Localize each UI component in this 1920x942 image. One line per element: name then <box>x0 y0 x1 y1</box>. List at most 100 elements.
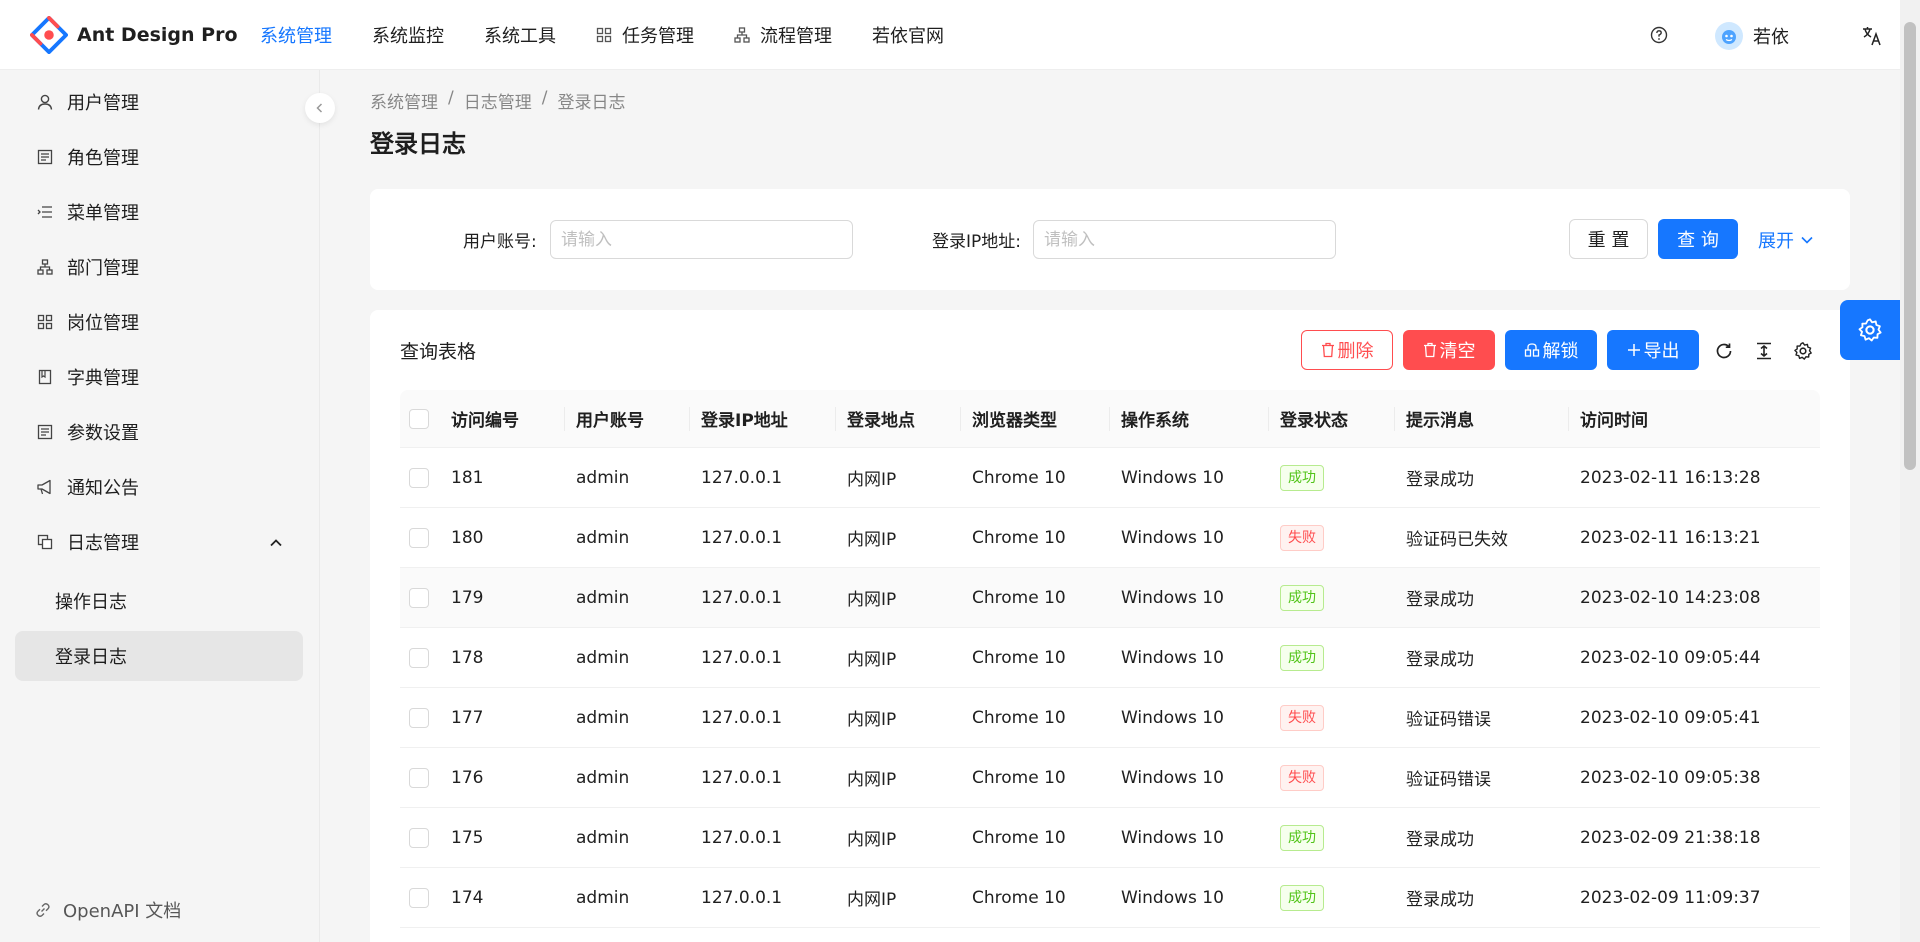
cell-status: 成功 <box>1280 884 1324 911</box>
density-button[interactable] <box>1752 339 1776 363</box>
reload-button[interactable] <box>1712 339 1736 363</box>
sidebar-item-menus[interactable]: 菜单管理 <box>15 187 303 237</box>
language-switch[interactable] <box>1861 25 1883 47</box>
help-button[interactable] <box>1650 26 1668 44</box>
table-row[interactable]: 181 admin 127.0.0.1 内网IP Chrome 10 Windows 10… <box>400 448 1820 508</box>
topnav-label: 任务管理 <box>622 25 694 47</box>
cell-message: 登录成功 <box>1406 830 1474 850</box>
clear-label: 清空 <box>1439 341 1476 362</box>
cell-id: 176 <box>451 767 484 788</box>
table-row[interactable]: 177 admin 127.0.0.1 内网IP Chrome 10 Windows 10… <box>400 688 1820 748</box>
column-header[interactable]: 访问时间 <box>1580 406 1648 431</box>
page-scrollbar[interactable] <box>1900 0 1920 942</box>
column-divider <box>960 407 961 431</box>
expand-toggle[interactable]: 展开 <box>1758 227 1814 253</box>
link-icon <box>35 902 51 918</box>
user-account-input[interactable] <box>550 220 853 259</box>
clear-button[interactable]: 清空 <box>1403 330 1495 370</box>
sidebar-item-label: 部门管理 <box>67 258 139 279</box>
sidebar-item-label: 菜单管理 <box>67 203 139 224</box>
sidebar-item-users[interactable]: 用户管理 <box>15 77 303 127</box>
settings-drawer-button[interactable] <box>1840 300 1900 360</box>
setting-icon <box>1794 342 1812 360</box>
sidebar-item-posts[interactable]: 岗位管理 <box>15 297 303 347</box>
export-label: 导出 <box>1643 341 1680 362</box>
user-menu[interactable]: 若依 <box>1715 22 1795 50</box>
page-title: 登录日志 <box>370 130 466 158</box>
unlock-button[interactable]: 解锁 <box>1505 330 1597 370</box>
table-row[interactable]: 176 admin 127.0.0.1 内网IP Chrome 10 Windows 10… <box>400 748 1820 808</box>
column-settings-button[interactable] <box>1791 339 1815 363</box>
column-header[interactable]: 登录地点 <box>847 406 915 431</box>
row-checkbox[interactable] <box>409 467 429 488</box>
row-checkbox[interactable] <box>409 527 429 548</box>
table-row[interactable]: 174 admin 127.0.0.1 内网IP Chrome 10 Windows 10… <box>400 868 1820 928</box>
row-checkbox[interactable] <box>409 707 429 728</box>
topnav-website[interactable]: 若依官网 <box>852 0 964 70</box>
topnav-tools[interactable]: 系统工具 <box>464 0 576 70</box>
export-button[interactable]: 导出 <box>1607 330 1699 370</box>
app-name: Ant Design Pro <box>77 23 238 46</box>
cell-id: 181 <box>451 467 484 488</box>
column-header[interactable]: 登录IP地址 <box>701 406 788 431</box>
sidebar-item-dicts[interactable]: 字典管理 <box>15 352 303 402</box>
column-header[interactable]: 提示消息 <box>1406 406 1474 431</box>
cell-message: 验证码已失效 <box>1406 530 1508 550</box>
cell-message: 登录成功 <box>1406 890 1474 910</box>
delete-button[interactable]: 删除 <box>1301 330 1393 370</box>
topnav-tasks[interactable]: 任务管理 <box>576 0 714 70</box>
sidebar-item-notice[interactable]: 通知公告 <box>15 462 303 512</box>
cell-location: 内网IP <box>847 530 897 550</box>
row-checkbox[interactable] <box>409 587 429 608</box>
breadcrumb-item[interactable]: 日志管理 <box>464 88 532 113</box>
query-button[interactable]: 查 询 <box>1658 219 1738 259</box>
status-badge: 成功 <box>1280 824 1324 851</box>
row-checkbox[interactable] <box>409 887 429 908</box>
cell-id: 174 <box>451 887 484 908</box>
row-checkbox[interactable] <box>409 767 429 788</box>
status-badge: 成功 <box>1280 644 1324 671</box>
column-header[interactable]: 浏览器类型 <box>972 406 1057 431</box>
topnav-monitor[interactable]: 系统监控 <box>352 0 464 70</box>
sidebar-item-roles[interactable]: 角色管理 <box>15 132 303 182</box>
cell-status: 失败 <box>1280 764 1324 791</box>
select-all-checkbox[interactable] <box>409 408 429 429</box>
sidebar-item-logs[interactable]: 日志管理 <box>15 517 303 567</box>
app-logo[interactable]: Ant Design Pro <box>30 15 240 54</box>
delete-icon <box>1423 342 1437 358</box>
openapi-docs-link[interactable]: OpenAPI 文档 <box>35 897 181 923</box>
row-checkbox[interactable] <box>409 647 429 668</box>
delete-icon <box>1321 342 1335 358</box>
column-header[interactable]: 登录状态 <box>1280 406 1348 431</box>
reset-button[interactable]: 重 置 <box>1569 219 1648 259</box>
appstore-icon <box>596 27 612 43</box>
column-header[interactable]: 访问编号 <box>451 406 519 431</box>
cell-location: 内网IP <box>847 710 897 730</box>
table-row[interactable]: 179 admin 127.0.0.1 内网IP Chrome 10 Windows 10… <box>400 568 1820 628</box>
table-row[interactable]: 178 admin 127.0.0.1 内网IP Chrome 10 Windows 10… <box>400 628 1820 688</box>
copy-icon <box>35 532 55 552</box>
sidebar-item-depts[interactable]: 部门管理 <box>15 242 303 292</box>
sidebar-collapse-button[interactable] <box>305 93 335 123</box>
sidebar-item-config[interactable]: 参数设置 <box>15 407 303 457</box>
breadcrumb: 系统管理 / 日志管理 / 登录日志 <box>370 88 625 113</box>
table-row[interactable]: 175 admin 127.0.0.1 内网IP Chrome 10 Windows 10… <box>400 808 1820 868</box>
column-header[interactable]: 用户账号 <box>576 406 644 431</box>
table-row[interactable]: 180 admin 127.0.0.1 内网IP Chrome 10 Windows 10… <box>400 508 1820 568</box>
cell-id: 177 <box>451 707 484 728</box>
sidebar-subitem-loginlog[interactable]: 登录日志 <box>15 631 303 681</box>
topnav-system[interactable]: 系统管理 <box>240 0 352 70</box>
cell-ip: 127.0.0.1 <box>701 707 783 728</box>
scrollbar-thumb[interactable] <box>1904 22 1916 470</box>
cell-ip: 127.0.0.1 <box>701 527 783 548</box>
row-checkbox[interactable] <box>409 827 429 848</box>
sidebar-subitem-operlog[interactable]: 操作日志 <box>15 576 303 626</box>
cell-status: 成功 <box>1280 464 1324 491</box>
login-ip-input[interactable] <box>1033 220 1336 259</box>
top-nav: 系统管理 系统监控 系统工具 任务管理 流程管理 若依官网 <box>240 0 964 70</box>
user-account-label: 用户账号: <box>463 232 537 252</box>
topnav-flow[interactable]: 流程管理 <box>714 0 852 70</box>
cell-time: 2023-02-10 09:05:38 <box>1580 767 1761 788</box>
breadcrumb-item[interactable]: 系统管理 <box>370 88 438 113</box>
column-header[interactable]: 操作系统 <box>1121 406 1189 431</box>
